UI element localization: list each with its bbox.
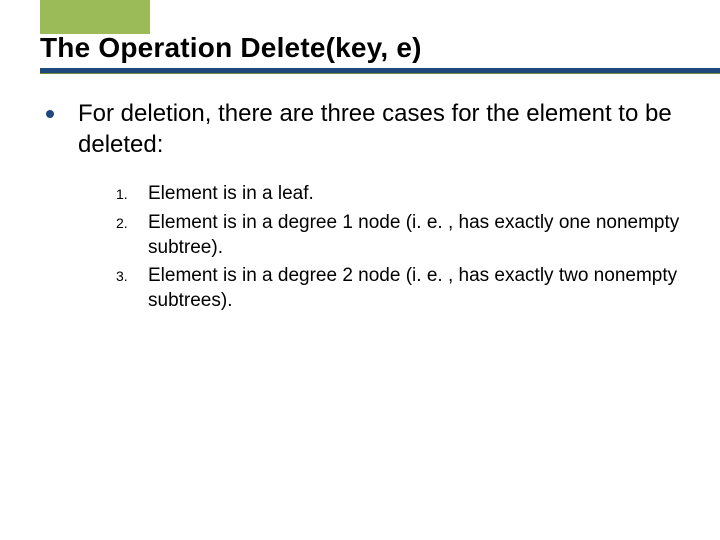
list-number: 1.: [116, 182, 148, 202]
bullet-dot-icon: [46, 110, 54, 118]
slide-title: The Operation Delete(key, e): [40, 32, 422, 64]
numbered-list: 1. Element is in a leaf. 2. Element is i…: [116, 182, 680, 313]
list-text: Element is in a leaf.: [148, 182, 314, 207]
list-item: 1. Element is in a leaf.: [116, 182, 680, 207]
title-underline-olive: [40, 73, 720, 74]
slide-body: For deletion, there are three cases for …: [40, 92, 680, 318]
list-item: 2. Element is in a degree 1 node (i. e. …: [116, 211, 680, 260]
list-text: Element is in a degree 1 node (i. e. , h…: [148, 211, 680, 260]
slide: The Operation Delete(key, e) For deletio…: [0, 0, 720, 540]
list-item: 3. Element is in a degree 2 node (i. e. …: [116, 264, 680, 313]
list-number: 2.: [116, 211, 148, 231]
list-number: 3.: [116, 264, 148, 284]
intro-text: For deletion, there are three cases for …: [78, 98, 680, 160]
list-text: Element is in a degree 2 node (i. e. , h…: [148, 264, 680, 313]
accent-block: [40, 0, 150, 34]
bullet-row: For deletion, there are three cases for …: [40, 98, 680, 160]
